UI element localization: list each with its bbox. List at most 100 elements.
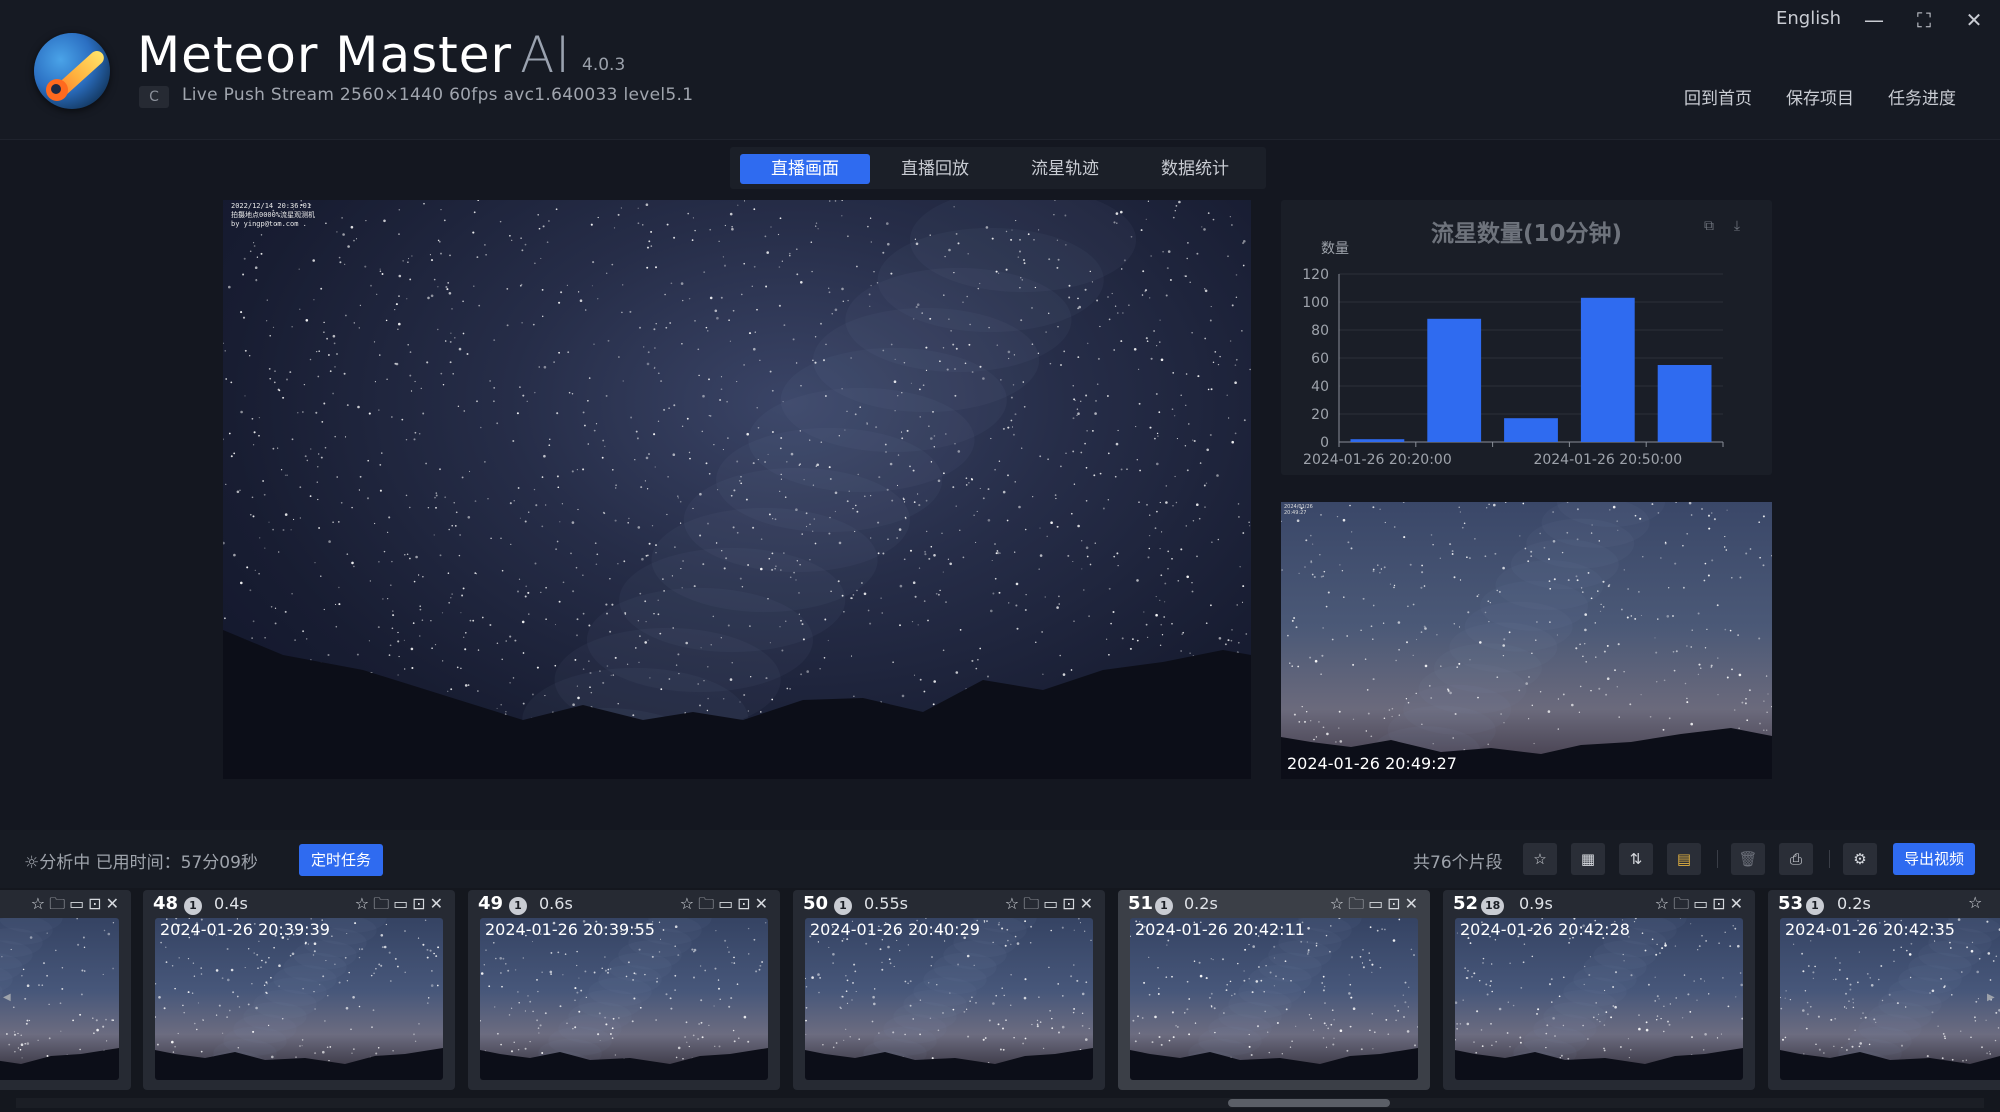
clip-meteor-badge: 1: [184, 897, 202, 915]
clip-actions[interactable]: ☆🗀▭⊡✕: [1330, 893, 1422, 920]
chart-restore-icon[interactable]: ⧉: [1701, 218, 1717, 234]
clip-actions[interactable]: ☆: [1968, 893, 1986, 912]
chart-bar: [1504, 418, 1558, 442]
clip-card[interactable]: 52 18 0.9s ☆🗀▭⊡✕ 2024-01-26 20:42:28: [1443, 890, 1755, 1090]
clip-duration: 0.2s: [1184, 894, 1218, 913]
live-video-view[interactable]: 2022/12/14 20:36:01 拍摄地点0000%流星观测机 by yi…: [223, 200, 1251, 779]
tab-live-playback[interactable]: 直播回放: [870, 154, 1000, 184]
chart-title: 流星数量(10分钟): [1430, 221, 1623, 247]
chart-ytick-label: 40: [1311, 379, 1329, 395]
app-logo: [34, 33, 110, 109]
clip-timestamp: 2024-01-26 20:39:55: [485, 920, 655, 939]
clip-number: 51: [1128, 893, 1154, 914]
clip-actions[interactable]: ☆🗀▭⊡✕: [31, 893, 123, 920]
clip-meteor-badge: 1: [509, 897, 527, 915]
clip-number: 48: [153, 893, 179, 914]
view-tabs: 直播画面 直播回放 流星轨迹 数据统计: [730, 147, 1266, 189]
scroll-left-arrow[interactable]: ◀: [3, 992, 11, 1003]
clip-card-selected[interactable]: 51 1 0.2s ☆🗀▭⊡✕ 2024-01-26 20:42:11: [1118, 890, 1430, 1090]
maximize-button[interactable]: ⛶: [1908, 6, 1940, 34]
tab-live-view[interactable]: 直播画面: [740, 154, 870, 184]
clip-thumbnail[interactable]: 2024-01-26 20:42:11: [1130, 918, 1418, 1080]
clip-thumbnail[interactable]: 2024-01-26 20:40:29: [805, 918, 1093, 1080]
chart-bar: [1657, 365, 1712, 442]
tab-meteor-trail[interactable]: 流星轨迹: [1000, 154, 1130, 184]
clip-card[interactable]: 48 1 0.4s ☆🗀▭⊡✕ 2024-01-26 20:39:39: [143, 890, 455, 1090]
clip-timestamp: 2024-01-26 20:39:39: [160, 920, 330, 939]
meteor-count-chart: 数量 0 20 40 60 80 100 120 2024-01-26 20:20:00 2024…: [1281, 200, 1772, 475]
nav-save-project-link[interactable]: 保存项目: [1786, 84, 1854, 109]
clip-number: 52: [1453, 893, 1479, 914]
clip-actions[interactable]: ☆🗀▭⊡✕: [355, 893, 447, 920]
note-icon[interactable]: ▤: [1667, 843, 1701, 875]
clip-timestamp: 2024-01-26 20:42:11: [1135, 920, 1305, 939]
detection-preview[interactable]: 2024/01/26 20:49:27 2024-01-26 20:49:27: [1281, 502, 1772, 779]
filmstrip-scrollbar-thumb[interactable]: [1228, 1099, 1390, 1107]
scheduled-task-button[interactable]: 定时任务: [299, 844, 383, 876]
preview-timestamp: 2024-01-26 20:49:27: [1287, 754, 1457, 773]
clip-number: 50: [803, 893, 829, 914]
stream-info: Live Push Stream 2560×1440 60fps avc1.64…: [182, 85, 694, 105]
clip-duration: 0.2s: [1837, 894, 1871, 913]
clip-card[interactable]: ☆🗀▭⊡✕: [0, 890, 131, 1090]
clip-number: 53: [1778, 893, 1804, 914]
analysis-status: ☼分析中 已用时间：57分09秒: [24, 853, 258, 873]
clip-duration: 0.9s: [1519, 894, 1553, 913]
clip-meteor-badge: 1: [1155, 897, 1173, 915]
clip-actions[interactable]: ☆🗀▭⊡✕: [1005, 893, 1097, 920]
video-watermark: 2022/12/14 20:36:01 拍摄地点0000%流星观测机 by yi…: [231, 202, 316, 228]
clip-thumbnail[interactable]: 2024-01-26 20:39:55: [480, 918, 768, 1080]
nav-home-link[interactable]: 回到首页: [1684, 84, 1752, 109]
clip-actions[interactable]: ☆🗀▭⊡✕: [1655, 893, 1747, 920]
nav-task-progress-link[interactable]: 任务进度: [1888, 84, 1956, 109]
clip-duration: 0.4s: [214, 894, 248, 913]
app-title-suffix: AI: [520, 26, 572, 84]
clip-duration: 0.6s: [539, 894, 573, 913]
clip-duration: 0.55s: [864, 894, 908, 913]
starfield: [223, 200, 1251, 779]
app-version: 4.0.3: [582, 55, 626, 75]
chart-bar: [1427, 318, 1482, 442]
print-icon[interactable]: ⎙: [1779, 843, 1813, 875]
language-selector[interactable]: English: [1776, 8, 1841, 29]
chart-ytick-label: 60: [1311, 351, 1329, 367]
settings-icon[interactable]: ⚙: [1843, 843, 1877, 875]
clip-timestamp: 2024-01-26 20:40:29: [810, 920, 980, 939]
clip-meteor-badge: 18: [1481, 897, 1505, 915]
preview-watermark: 2024/01/26 20:49:27: [1284, 504, 1313, 516]
clip-meteor-badge: 1: [1806, 897, 1824, 915]
app-title: Meteor Master AI: [137, 26, 572, 84]
status-bar: ☼分析中 已用时间：57分09秒 定时任务 共76个片段 ☆ ▦ ⇅ ▤ 🗑 ⎙…: [0, 830, 2000, 890]
scroll-right-arrow[interactable]: ▶: [1987, 992, 1995, 1003]
clip-thumbnail[interactable]: 2024-01-26 20:42:35: [1780, 918, 2000, 1080]
clip-card[interactable]: 50 1 0.55s ☆🗀▭⊡✕ 2024-01-26 20:40:29: [793, 890, 1105, 1090]
export-video-button[interactable]: 导出视频: [1893, 843, 1975, 875]
star-icon[interactable]: ☆: [1523, 843, 1557, 875]
clip-meteor-badge: 1: [834, 897, 852, 915]
clip-timestamp: 2024-01-26 20:42:28: [1460, 920, 1630, 939]
trash-icon[interactable]: 🗑: [1731, 843, 1765, 875]
preview-starfield: [1281, 502, 1772, 779]
chart-xtick-label: 2024-01-26 20:20:00: [1303, 452, 1452, 468]
tab-statistics[interactable]: 数据统计: [1130, 154, 1260, 184]
sort-icon[interactable]: ⇅: [1619, 843, 1653, 875]
chart-download-icon[interactable]: ⤓: [1729, 218, 1745, 234]
chart-bar: [1350, 439, 1405, 442]
calendar-icon[interactable]: ▦: [1571, 843, 1605, 875]
header: Meteor Master AI 4.0.3 C Live Push Stream…: [0, 0, 2000, 140]
clip-thumbnail[interactable]: 2024-01-26 20:42:28: [1455, 918, 1743, 1080]
clip-actions[interactable]: ☆🗀▭⊡✕: [680, 893, 772, 920]
chart-bar: [1580, 297, 1635, 442]
minimize-button[interactable]: —: [1858, 6, 1890, 34]
refresh-stream-button[interactable]: C: [139, 86, 169, 108]
close-button[interactable]: ✕: [1958, 6, 1990, 34]
chart-xtick-label: 2024-01-26 20:50:00: [1533, 452, 1682, 468]
filmstrip-scrollbar[interactable]: [16, 1098, 1984, 1108]
clip-thumbnail[interactable]: 2024-01-26 20:39:39: [155, 918, 443, 1080]
clip-card[interactable]: 49 1 0.6s ☆🗀▭⊡✕ 2024-01-26 20:39:55: [468, 890, 780, 1090]
chart-ytick-label: 80: [1311, 323, 1329, 339]
clip-card[interactable]: 53 1 0.2s ☆ 2024-01-26 20:42:35: [1768, 890, 2000, 1090]
chart-ytick-label: 120: [1302, 267, 1329, 283]
chart-ytick-label: 0: [1320, 435, 1329, 451]
clip-thumbnail[interactable]: [0, 918, 119, 1080]
